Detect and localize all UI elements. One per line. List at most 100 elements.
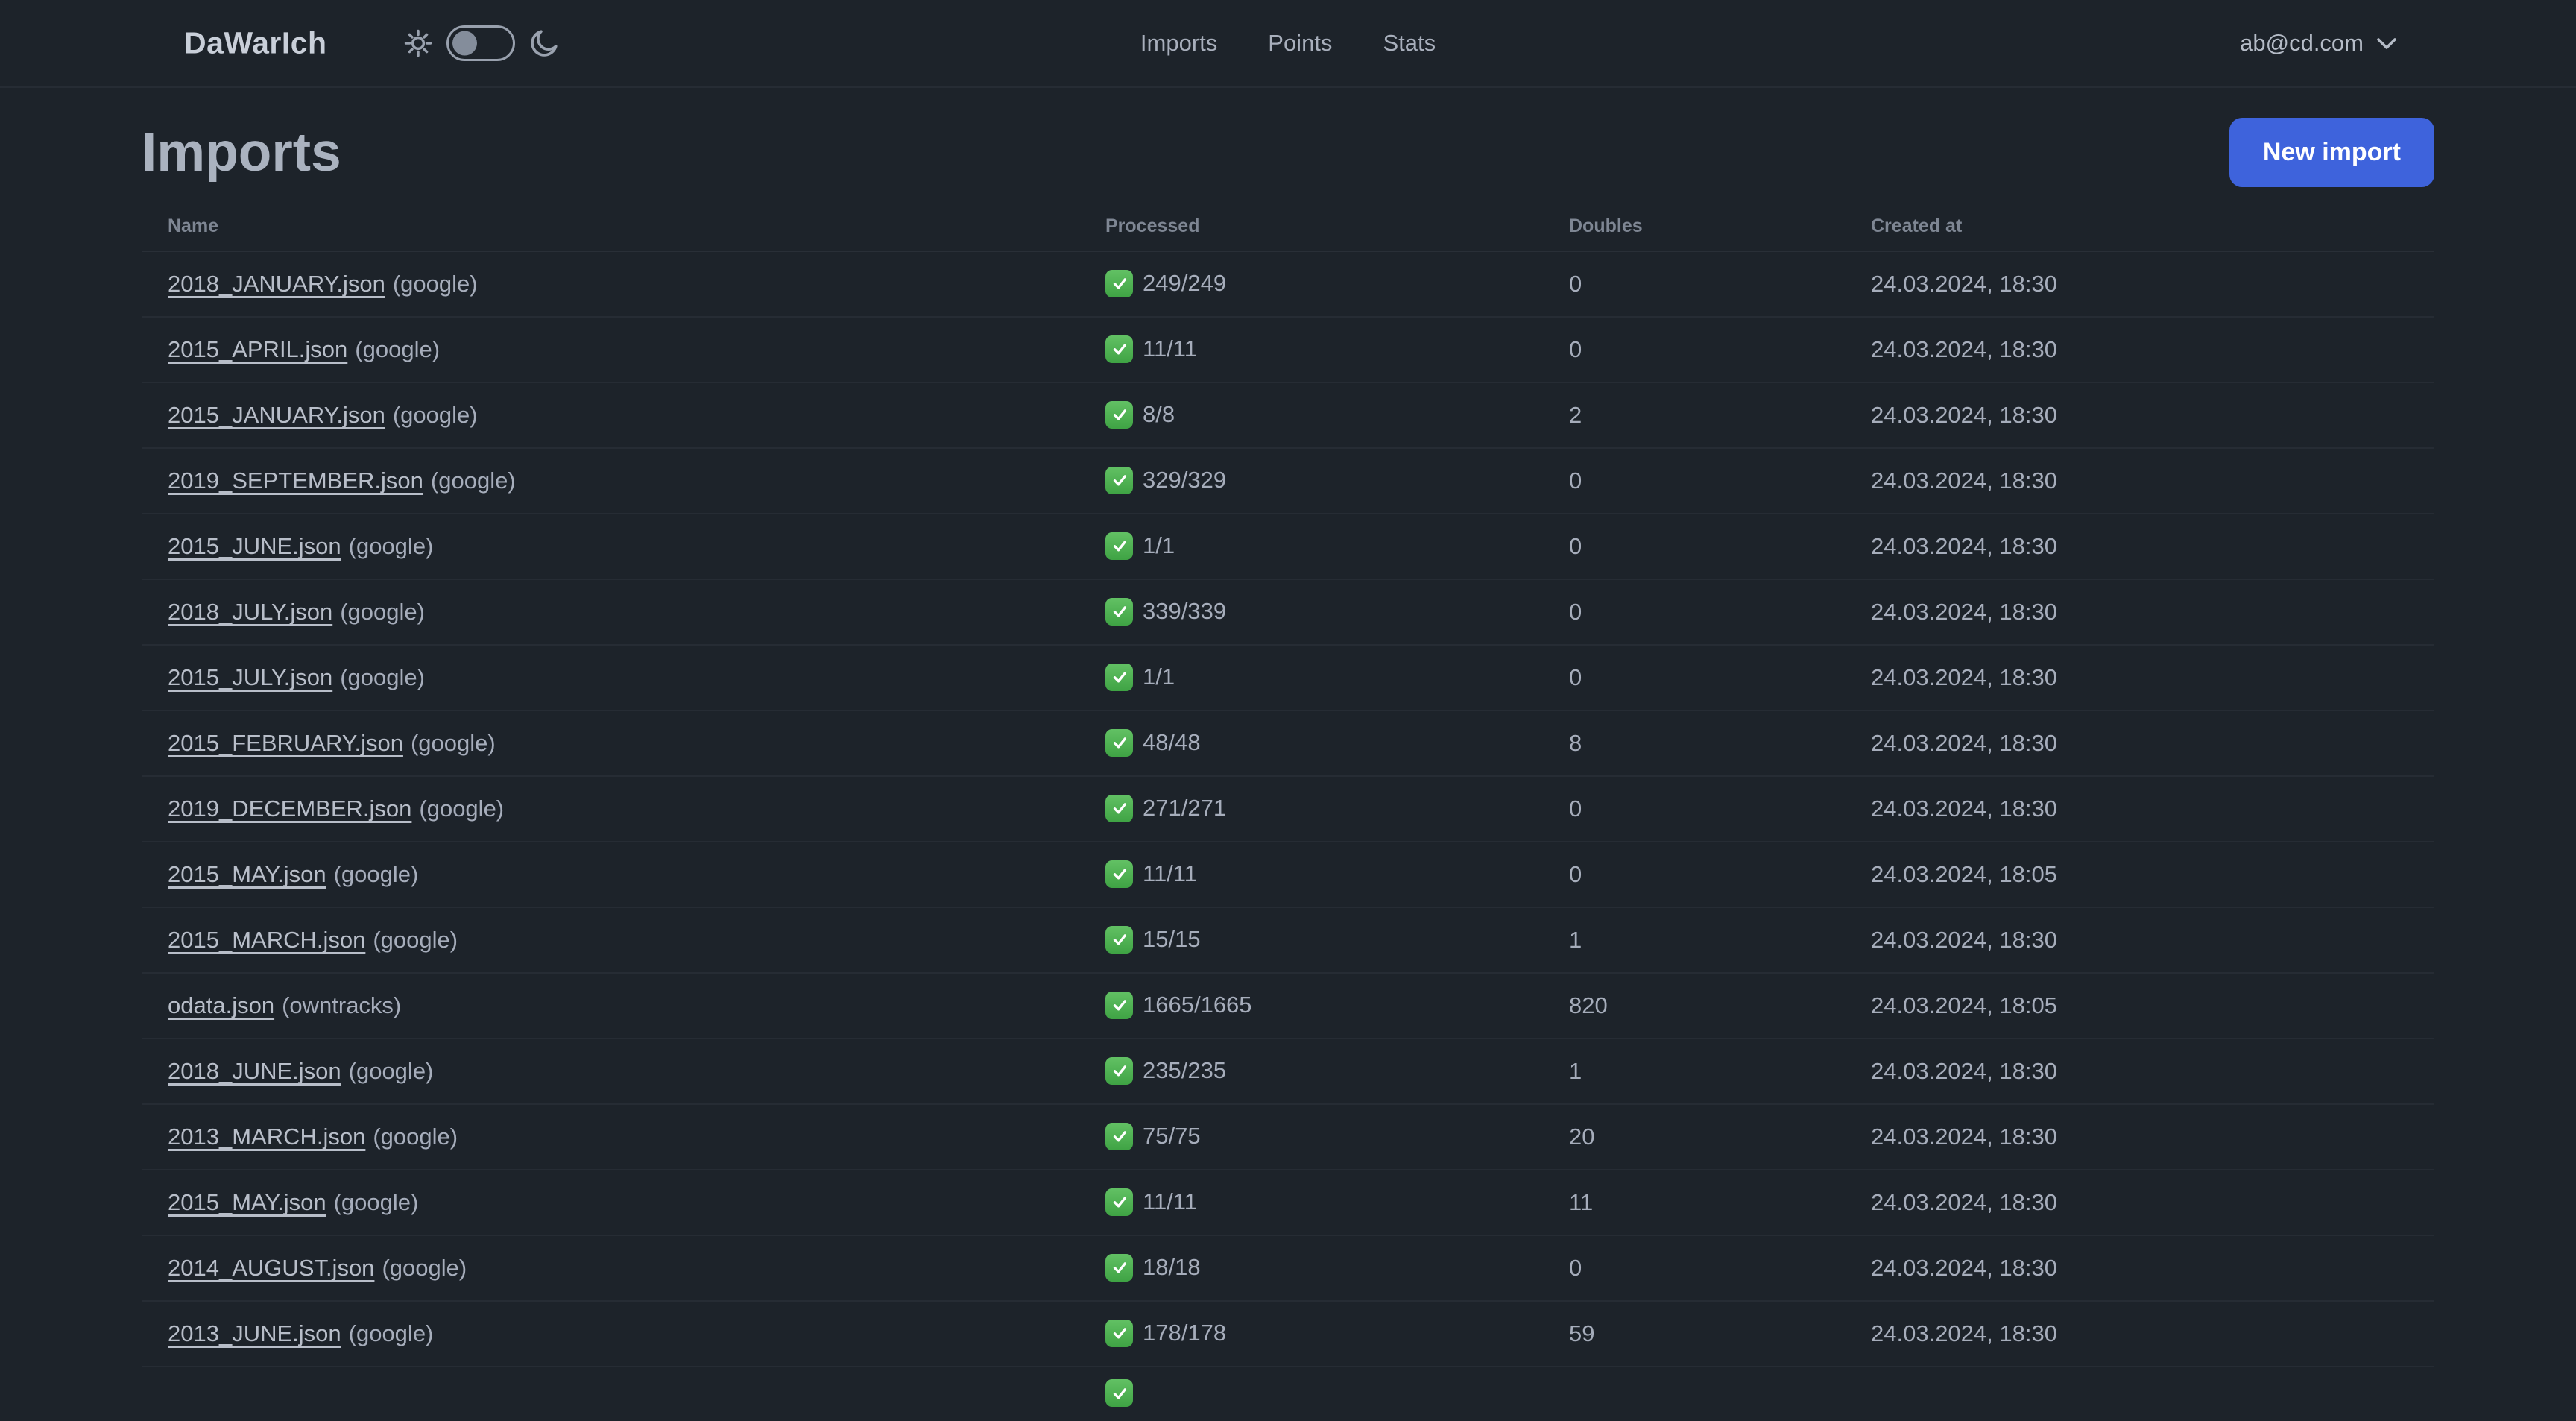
created-at: 24.03.2024, 18:30 <box>1871 317 2434 384</box>
navbar: DaWarIch Imports Points Stats ab@cd.com <box>0 0 2576 88</box>
processed-cell: 1665/1665 <box>1105 973 1569 1040</box>
import-file-link[interactable]: 2013_MARCH.json <box>168 1124 365 1150</box>
processed-count: 249/249 <box>1143 270 1227 297</box>
import-source: (google) <box>340 664 425 691</box>
created-at: 24.03.2024, 18:30 <box>1871 251 2434 318</box>
check-icon <box>1105 860 1133 888</box>
name-cell: odata.json (owntracks) <box>142 973 1105 1040</box>
check-icon <box>1105 1056 1133 1085</box>
imports-page: Imports New import Name Processed Doubles C… <box>0 88 2576 1421</box>
import-source: (google) <box>392 402 478 429</box>
import-source: (google) <box>382 1255 467 1282</box>
app-logo[interactable]: DaWarIch <box>184 26 327 61</box>
check-icon <box>1105 1319 1133 1347</box>
name-cell: 2015_MAY.json (google) <box>142 842 1105 909</box>
name-cell <box>142 1367 1105 1421</box>
processed-count: 18/18 <box>1143 1254 1201 1281</box>
import-source: (google) <box>348 533 434 560</box>
chevron-down-icon <box>2377 38 2396 49</box>
created-at: 24.03.2024, 18:30 <box>1871 1170 2434 1237</box>
doubles-count: 0 <box>1569 579 1871 646</box>
import-source: (google) <box>355 336 441 363</box>
check-icon <box>1105 400 1133 429</box>
name-cell: 2015_MARCH.json (google) <box>142 907 1105 974</box>
processed-cell: 48/48 <box>1105 710 1569 778</box>
import-file-link[interactable]: 2015_FEBRUARY.json <box>168 730 403 756</box>
processed-count: 11/11 <box>1143 1188 1197 1215</box>
processed-count: 11/11 <box>1143 335 1197 362</box>
sun-icon <box>404 29 432 57</box>
main-nav: Imports Points Stats <box>1140 30 1436 57</box>
doubles-count: 0 <box>1569 776 1871 843</box>
import-file-link[interactable]: 2019_DECEMBER.json <box>168 795 411 822</box>
table-row: 2015_MAY.json (google) 11/11 11 24.03.202… <box>142 1170 2434 1237</box>
new-import-button[interactable]: New import <box>2229 118 2434 188</box>
check-icon <box>1105 466 1133 494</box>
table-row: 2013_MARCH.json (google) 75/75 20 24.03.2… <box>142 1104 2434 1171</box>
processed-cell: 235/235 <box>1105 1039 1569 1106</box>
table-row: 2019_DECEMBER.json (google) 271/271 0 24.… <box>142 776 2434 843</box>
import-file-link[interactable]: 2019_SEPTEMBER.json <box>168 467 423 494</box>
page-title: Imports <box>142 122 341 183</box>
import-file-link[interactable]: 2014_AUGUST.json <box>168 1255 374 1281</box>
processed-count: 11/11 <box>1143 860 1197 887</box>
processed-cell <box>1105 1367 1569 1421</box>
name-cell: 2015_MAY.json (google) <box>142 1170 1105 1237</box>
doubles-count: 8 <box>1569 710 1871 778</box>
import-file-link[interactable]: 2018_JANUARY.json <box>168 271 385 297</box>
created-at: 24.03.2024, 18:30 <box>1871 776 2434 843</box>
table-row: 2015_JULY.json (google) 1/1 0 24.03.2024,… <box>142 645 2434 712</box>
doubles-count: 820 <box>1569 973 1871 1040</box>
import-file-link[interactable]: 2015_JULY.json <box>168 664 332 690</box>
doubles-count: 59 <box>1569 1301 1871 1368</box>
import-file-link[interactable]: 2018_JULY.json <box>168 599 332 625</box>
processed-cell: 339/339 <box>1105 579 1569 646</box>
theme-toggle <box>402 25 561 61</box>
import-source: (google) <box>392 271 478 297</box>
column-header-name: Name <box>142 196 1105 253</box>
user-menu[interactable]: ab@cd.com <box>2240 30 2397 57</box>
import-file-link[interactable]: 2015_APRIL.json <box>168 336 347 362</box>
processed-cell: 1/1 <box>1105 645 1569 712</box>
theme-switch[interactable] <box>446 25 515 61</box>
name-cell: 2015_JULY.json (google) <box>142 645 1105 712</box>
import-file-link[interactable]: 2015_JANUARY.json <box>168 402 385 428</box>
import-file-link[interactable]: odata.json <box>168 992 274 1018</box>
created-at: 24.03.2024, 18:30 <box>1871 448 2434 515</box>
table-row: 2014_AUGUST.json (google) 18/18 0 24.03.2… <box>142 1235 2434 1302</box>
import-source: (google) <box>340 599 425 626</box>
created-at: 24.03.2024, 18:30 <box>1871 645 2434 712</box>
table-row: 2015_MAY.json (google) 11/11 0 24.03.2024… <box>142 842 2434 909</box>
processed-cell: 11/11 <box>1105 1170 1569 1237</box>
import-source: (google) <box>348 1058 434 1085</box>
import-file-link[interactable]: 2013_JUNE.json <box>168 1320 341 1346</box>
table-row <box>142 1367 2434 1421</box>
created-at: 24.03.2024, 18:30 <box>1871 710 2434 778</box>
name-cell: 2018_JUNE.json (google) <box>142 1039 1105 1106</box>
import-source: (owntracks) <box>282 992 402 1019</box>
check-icon <box>1105 335 1133 363</box>
import-file-link[interactable]: 2015_MAY.json <box>168 1189 326 1215</box>
processed-cell: 1/1 <box>1105 514 1569 581</box>
created-at <box>1871 1367 2434 1421</box>
processed-cell: 178/178 <box>1105 1301 1569 1368</box>
import-file-link[interactable]: 2015_JUNE.json <box>168 533 341 559</box>
processed-count: 235/235 <box>1143 1057 1227 1084</box>
import-file-link[interactable]: 2015_MAY.json <box>168 861 326 887</box>
nav-link-points[interactable]: Points <box>1268 30 1332 57</box>
processed-cell: 271/271 <box>1105 776 1569 843</box>
doubles-count: 11 <box>1569 1170 1871 1237</box>
doubles-count: 1 <box>1569 907 1871 974</box>
processed-count: 8/8 <box>1143 401 1175 428</box>
nav-link-imports[interactable]: Imports <box>1140 30 1217 57</box>
doubles-count: 0 <box>1569 251 1871 318</box>
import-file-link[interactable]: 2015_MARCH.json <box>168 927 365 953</box>
processed-count: 75/75 <box>1143 1123 1201 1150</box>
nav-link-stats[interactable]: Stats <box>1383 30 1436 57</box>
processed-count: 48/48 <box>1143 729 1201 756</box>
processed-cell: 11/11 <box>1105 317 1569 384</box>
doubles-count: 0 <box>1569 842 1871 909</box>
doubles-count: 2 <box>1569 382 1871 450</box>
import-file-link[interactable]: 2018_JUNE.json <box>168 1058 341 1084</box>
table-row: 2018_JUNE.json (google) 235/235 1 24.03.2… <box>142 1039 2434 1106</box>
